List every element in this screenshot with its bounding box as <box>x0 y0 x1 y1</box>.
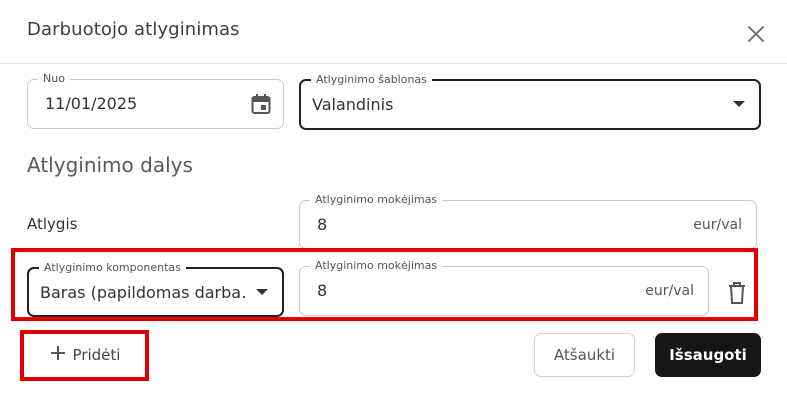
salary-dialog: Darbuotojo atlyginimas Nuo 11/01/2025 At… <box>0 0 787 400</box>
salary-template-select[interactable]: Atlyginimo šablonas Valandinis <box>299 73 761 130</box>
salary-template-value: Valandinis <box>312 95 394 114</box>
salary-payment-value: 8 <box>317 215 328 234</box>
salary-component-label: Atlyginimo komponentas <box>39 261 186 275</box>
salary-template-label: Atlyginimo šablonas <box>311 73 432 87</box>
save-button[interactable]: Išsaugoti <box>655 333 761 377</box>
delete-icon[interactable] <box>725 280 749 310</box>
cancel-button[interactable]: Atšaukti <box>534 333 635 377</box>
dialog-title: Darbuotojo atlyginimas <box>27 19 240 40</box>
salary-component-select[interactable]: Atlyginimo komponentas Baras (papildomas… <box>27 261 284 317</box>
salary-component-payment-unit: eur/val <box>645 283 694 299</box>
salary-part-label: Atlygis <box>27 215 78 233</box>
from-date-value: 11/01/2025 <box>45 94 138 113</box>
add-button-label: Pridėti <box>72 346 121 364</box>
from-date-field[interactable]: Nuo 11/01/2025 <box>27 72 284 129</box>
salary-component-payment-field[interactable]: Atlyginimo mokėjimas 8 eur/val <box>299 259 709 316</box>
close-icon[interactable] <box>744 22 768 46</box>
from-date-label: Nuo <box>38 72 70 86</box>
add-component-button[interactable]: Pridėti <box>28 337 141 373</box>
salary-payment-label: Atlyginimo mokėjimas <box>310 193 443 207</box>
salary-payment-field[interactable]: Atlyginimo mokėjimas 8 eur/val <box>299 193 757 249</box>
salary-component-value: Baras (papildomas darba… <box>40 283 248 302</box>
salary-payment-unit: eur/val <box>693 217 742 233</box>
chevron-down-icon[interactable] <box>733 101 745 107</box>
chevron-down-icon[interactable] <box>256 289 268 295</box>
salary-component-payment-value: 8 <box>317 281 328 300</box>
calendar-icon[interactable] <box>249 92 273 120</box>
plus-icon <box>49 344 67 366</box>
salary-parts-title: Atlyginimo dalys <box>27 153 193 177</box>
salary-component-payment-label: Atlyginimo mokėjimas <box>310 259 443 273</box>
dialog-header: Darbuotojo atlyginimas <box>0 0 787 64</box>
